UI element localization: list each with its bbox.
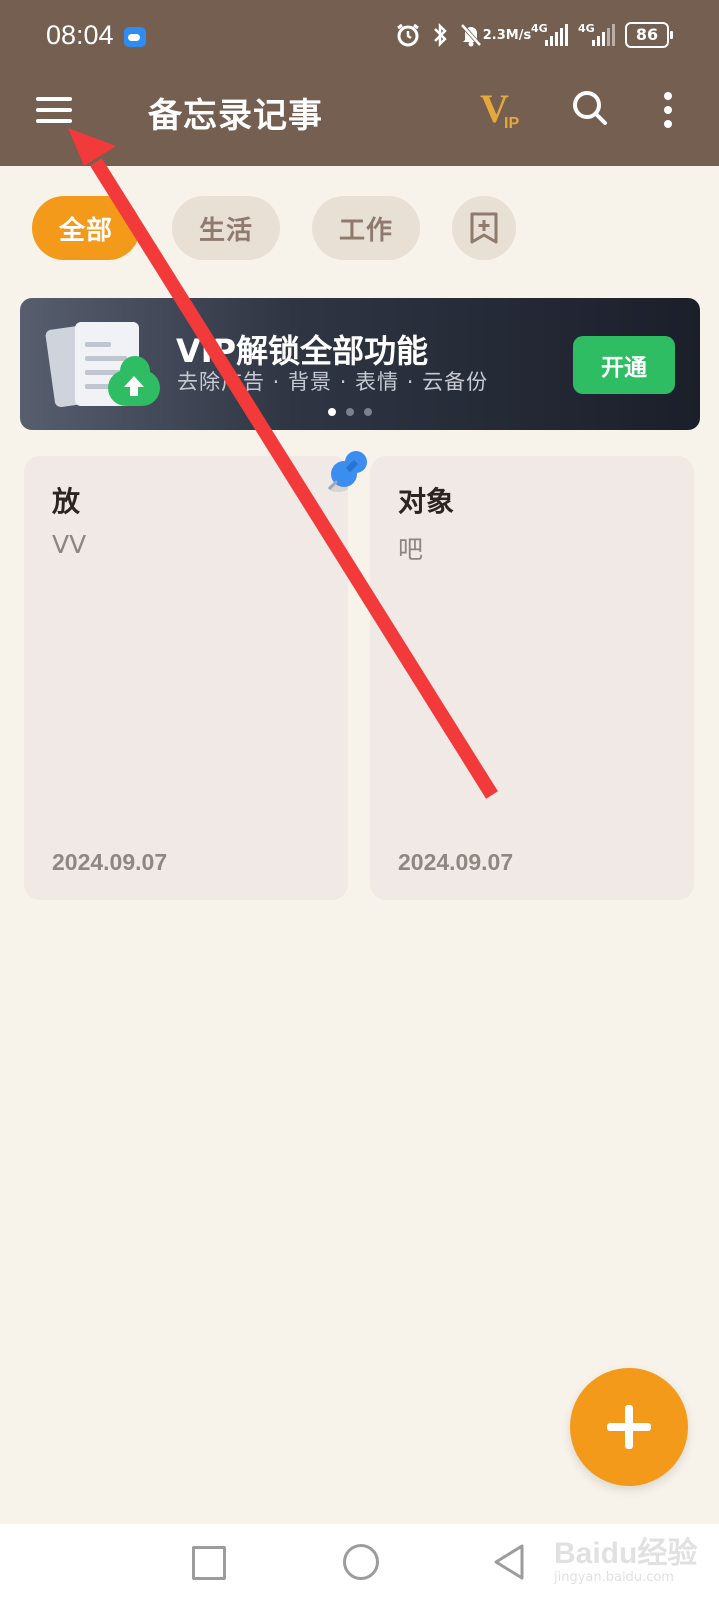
- carousel-dot: [364, 408, 372, 416]
- battery-icon: 86: [625, 22, 673, 48]
- status-icons: 2.3 M/s 4G 4G 86: [395, 18, 673, 52]
- watermark-main: Baidu经验: [554, 1537, 698, 1570]
- signal-icon-2: 4G: [578, 22, 615, 46]
- signal-label-2: 4G: [578, 22, 595, 35]
- category-tabs: 全部 生活 工作: [32, 196, 516, 260]
- watermark-sub: jingyan.baidu.com: [554, 1570, 674, 1585]
- tab-all[interactable]: 全部: [32, 196, 140, 260]
- home-button[interactable]: [343, 1544, 379, 1580]
- alarm-icon: [395, 22, 421, 48]
- weather-icon: [124, 27, 146, 47]
- menu-icon[interactable]: [36, 95, 74, 125]
- note-body: VV: [52, 530, 87, 559]
- carousel-dot-active: [328, 408, 336, 416]
- baidu-watermark: Baidu经验 jingyan.baidu.com: [548, 1522, 718, 1600]
- add-bookmark-icon: [470, 212, 498, 244]
- note-date: 2024.09.07: [398, 849, 514, 875]
- page-title: 备忘录记事: [148, 96, 323, 136]
- net-speed-value: 2.3: [482, 27, 506, 43]
- note-card[interactable]: 放 VV 2024.09.07: [24, 451, 367, 900]
- signal-icon-1: 4G: [531, 22, 568, 46]
- net-speed: 2.3 M/s: [483, 29, 531, 42]
- upload-arrow-stem: [130, 386, 138, 396]
- status-time: 08:04: [46, 20, 114, 50]
- note-date: 2024.09.07: [52, 849, 168, 875]
- carousel-dots: [328, 408, 372, 416]
- banner-subtitle: 去除广告 · 背景 · 表情 · 云备份: [177, 370, 489, 394]
- app-header: 08:04 2.3 M/s 4G 4G 86 备忘录记事 V IP: [0, 0, 719, 166]
- vip-banner[interactable]: VIP解锁全部功能 去除广告 · 背景 · 表情 · 云备份 开通: [20, 298, 700, 430]
- search-icon[interactable]: [570, 88, 610, 128]
- note-title: 放: [52, 485, 81, 518]
- note-body: 吧: [398, 535, 424, 564]
- add-category-button[interactable]: [452, 196, 516, 260]
- mute-icon: [459, 22, 483, 48]
- subscribe-button[interactable]: 开通: [573, 336, 675, 394]
- tab-life[interactable]: 生活: [172, 196, 280, 260]
- vip-icon-sub: IP: [504, 115, 519, 132]
- net-speed-unit: M/s: [505, 27, 532, 43]
- back-button[interactable]: [492, 1542, 526, 1582]
- bluetooth-icon: [431, 22, 449, 48]
- signal-label-1: 4G: [531, 22, 548, 35]
- more-options-icon[interactable]: [660, 90, 676, 130]
- tab-work[interactable]: 工作: [312, 196, 420, 260]
- add-note-button[interactable]: [570, 1368, 688, 1486]
- note-title: 对象: [398, 485, 455, 518]
- vip-icon[interactable]: V IP: [480, 86, 528, 132]
- carousel-dot: [346, 408, 354, 416]
- recent-apps-button[interactable]: [192, 1546, 226, 1580]
- note-card[interactable]: 对象 吧 2024.09.07: [370, 456, 694, 900]
